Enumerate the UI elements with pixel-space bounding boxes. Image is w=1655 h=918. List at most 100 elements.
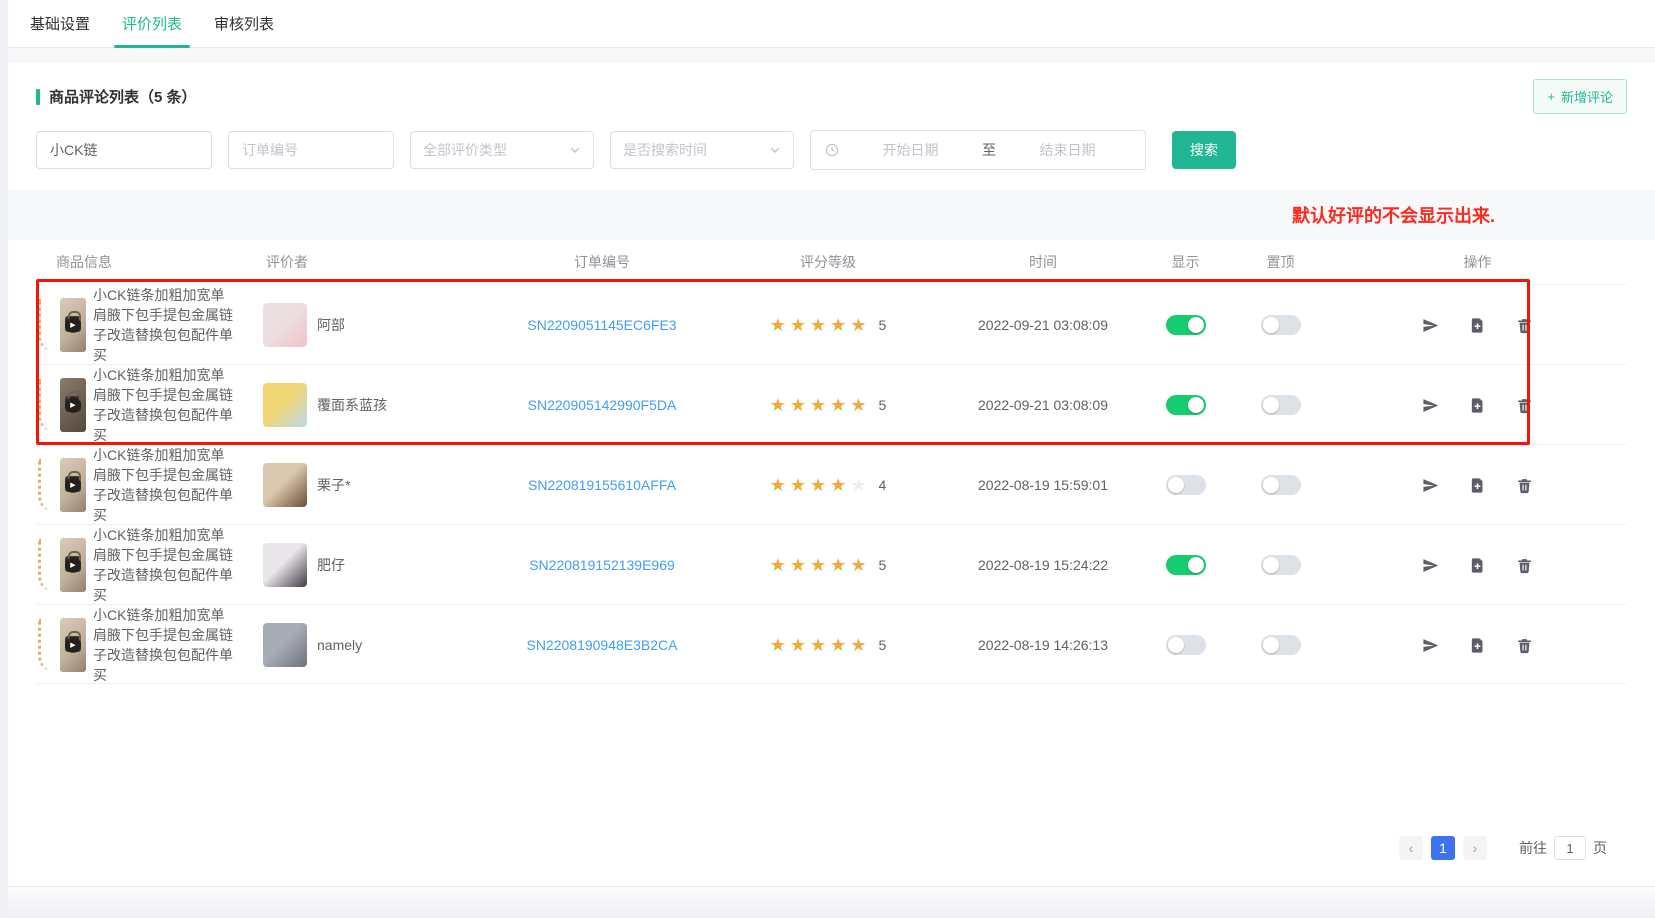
star-icon[interactable]: ★ (830, 395, 850, 415)
page-1-button[interactable]: 1 (1431, 836, 1455, 860)
star-icon[interactable]: ★ (790, 475, 810, 495)
star-icon[interactable]: ★ (850, 635, 870, 655)
top-toggle[interactable] (1261, 475, 1301, 495)
prev-page-button[interactable]: ‹ (1399, 836, 1423, 860)
reviewer-name: 覆面系蓝孩 (317, 395, 387, 415)
show-toggle[interactable] (1166, 315, 1206, 335)
chain-product-image (38, 619, 53, 671)
star-icon[interactable]: ★ (810, 635, 830, 655)
reviewer-name: 阿部 (317, 315, 345, 335)
file-add-icon[interactable] (1469, 477, 1486, 494)
star-icon[interactable]: ★ (850, 315, 870, 335)
product-title: 小CK链条加粗加宽单肩腋下包手提包金属链子改造替换包包配件单买 (93, 285, 238, 365)
product-cell: ▶ 小CK链条加粗加宽单肩腋下包手提包金属链子改造替换包包配件单买 (36, 445, 246, 525)
order-number-link[interactable]: SN2209051145EC6FE3 (527, 317, 676, 333)
avatar (263, 543, 307, 587)
star-icon[interactable]: ★ (810, 475, 830, 495)
trash-icon[interactable] (1516, 637, 1533, 654)
order-number-link[interactable]: SN220819152139E969 (529, 557, 675, 573)
product-cell: ▶ 小CK链条加粗加宽单肩腋下包手提包金属链子改造替换包包配件单买 (36, 365, 246, 445)
col-header-top: 置顶 (1233, 252, 1328, 272)
product-thumbnail: ▶ (60, 298, 86, 352)
reviewer-cell: namely (246, 623, 496, 667)
star-icon[interactable]: ★ (790, 555, 810, 575)
file-add-icon[interactable] (1469, 317, 1486, 334)
star-icon[interactable]: ★ (810, 315, 830, 335)
order-number-link[interactable]: SN2208190948E3B2CA (526, 637, 677, 653)
rating-cell: ★★★★★ 4 (708, 475, 948, 496)
tab-review-list[interactable]: 评价列表 (106, 1, 198, 47)
star-icon[interactable]: ★ (770, 635, 790, 655)
file-add-icon[interactable] (1469, 557, 1486, 574)
star-icon[interactable]: ★ (830, 475, 850, 495)
goto-page-input[interactable] (1554, 836, 1586, 860)
star-icon[interactable]: ★ (830, 635, 850, 655)
order-no-input[interactable] (228, 131, 394, 169)
send-icon[interactable] (1422, 477, 1439, 494)
avatar (263, 303, 307, 347)
time-cell: 2022-08-19 15:59:01 (948, 477, 1138, 493)
trash-icon[interactable] (1516, 557, 1533, 574)
next-page-button[interactable]: › (1463, 836, 1487, 860)
play-icon: ▶ (65, 637, 81, 653)
show-toggle[interactable] (1166, 555, 1206, 575)
section-title-text: 商品评论列表（5 条） (49, 86, 197, 107)
order-number-link[interactable]: SN220905142990F5DA (528, 397, 677, 413)
filter-bar: 全部评价类型 是否搜索时间 开始日期 至 结束日期 搜索 (36, 130, 1627, 170)
section-gap-band (8, 48, 1655, 63)
star-icon[interactable]: ★ (770, 555, 790, 575)
send-icon[interactable] (1422, 557, 1439, 574)
star-icon[interactable]: ★ (770, 315, 790, 335)
rating-number: 5 (878, 397, 886, 413)
star-icon[interactable]: ★ (770, 475, 790, 495)
star-icon[interactable]: ★ (810, 555, 830, 575)
send-icon[interactable] (1422, 637, 1439, 654)
star-icon[interactable]: ★ (810, 395, 830, 415)
show-toggle[interactable] (1166, 635, 1206, 655)
add-review-button[interactable]: + 新增评论 (1533, 79, 1627, 114)
order-number-link[interactable]: SN220819155610AFFA (528, 477, 676, 493)
keyword-input[interactable] (36, 131, 212, 169)
time-search-select[interactable]: 是否搜索时间 (610, 131, 794, 169)
rating-number: 5 (878, 637, 886, 653)
review-type-select[interactable]: 全部评价类型 (410, 131, 594, 169)
tab-basic-settings[interactable]: 基础设置 (14, 1, 106, 47)
show-toggle[interactable] (1166, 475, 1206, 495)
time-cell: 2022-09-21 03:08:09 (948, 397, 1138, 413)
star-icon[interactable]: ★ (770, 395, 790, 415)
trash-icon[interactable] (1516, 477, 1533, 494)
trash-icon[interactable] (1516, 317, 1533, 334)
star-icon[interactable]: ★ (830, 555, 850, 575)
file-add-icon[interactable] (1469, 397, 1486, 414)
star-icon[interactable]: ★ (790, 315, 810, 335)
date-range-picker[interactable]: 开始日期 至 结束日期 (810, 130, 1146, 170)
search-button[interactable]: 搜索 (1172, 131, 1236, 169)
file-add-icon[interactable] (1469, 637, 1486, 654)
star-rating: ★★★★★ (770, 395, 871, 416)
col-header-order: 订单编号 (496, 252, 708, 272)
send-icon[interactable] (1422, 397, 1439, 414)
reviewer-cell: 阿部 (246, 303, 496, 347)
star-icon[interactable]: ★ (790, 635, 810, 655)
top-toggle[interactable] (1261, 395, 1301, 415)
star-icon[interactable]: ★ (850, 555, 870, 575)
star-icon[interactable]: ★ (790, 395, 810, 415)
star-icon[interactable]: ★ (850, 475, 870, 495)
tab-audit-list[interactable]: 审核列表 (198, 1, 290, 47)
send-icon[interactable] (1422, 317, 1439, 334)
reviewer-cell: 栗子* (246, 463, 496, 507)
top-toggle[interactable] (1261, 635, 1301, 655)
star-icon[interactable]: ★ (830, 315, 850, 335)
page-unit-label: 页 (1593, 838, 1607, 858)
product-thumbnail: ▶ (60, 618, 86, 672)
chain-product-image (38, 379, 53, 431)
top-toggle[interactable] (1261, 555, 1301, 575)
star-rating: ★★★★★ (770, 635, 871, 656)
top-toggle[interactable] (1261, 315, 1301, 335)
chevron-down-icon (769, 144, 781, 156)
star-icon[interactable]: ★ (850, 395, 870, 415)
end-date-placeholder: 结束日期 (1004, 140, 1131, 160)
show-toggle[interactable] (1166, 395, 1206, 415)
avatar (263, 623, 307, 667)
trash-icon[interactable] (1516, 397, 1533, 414)
